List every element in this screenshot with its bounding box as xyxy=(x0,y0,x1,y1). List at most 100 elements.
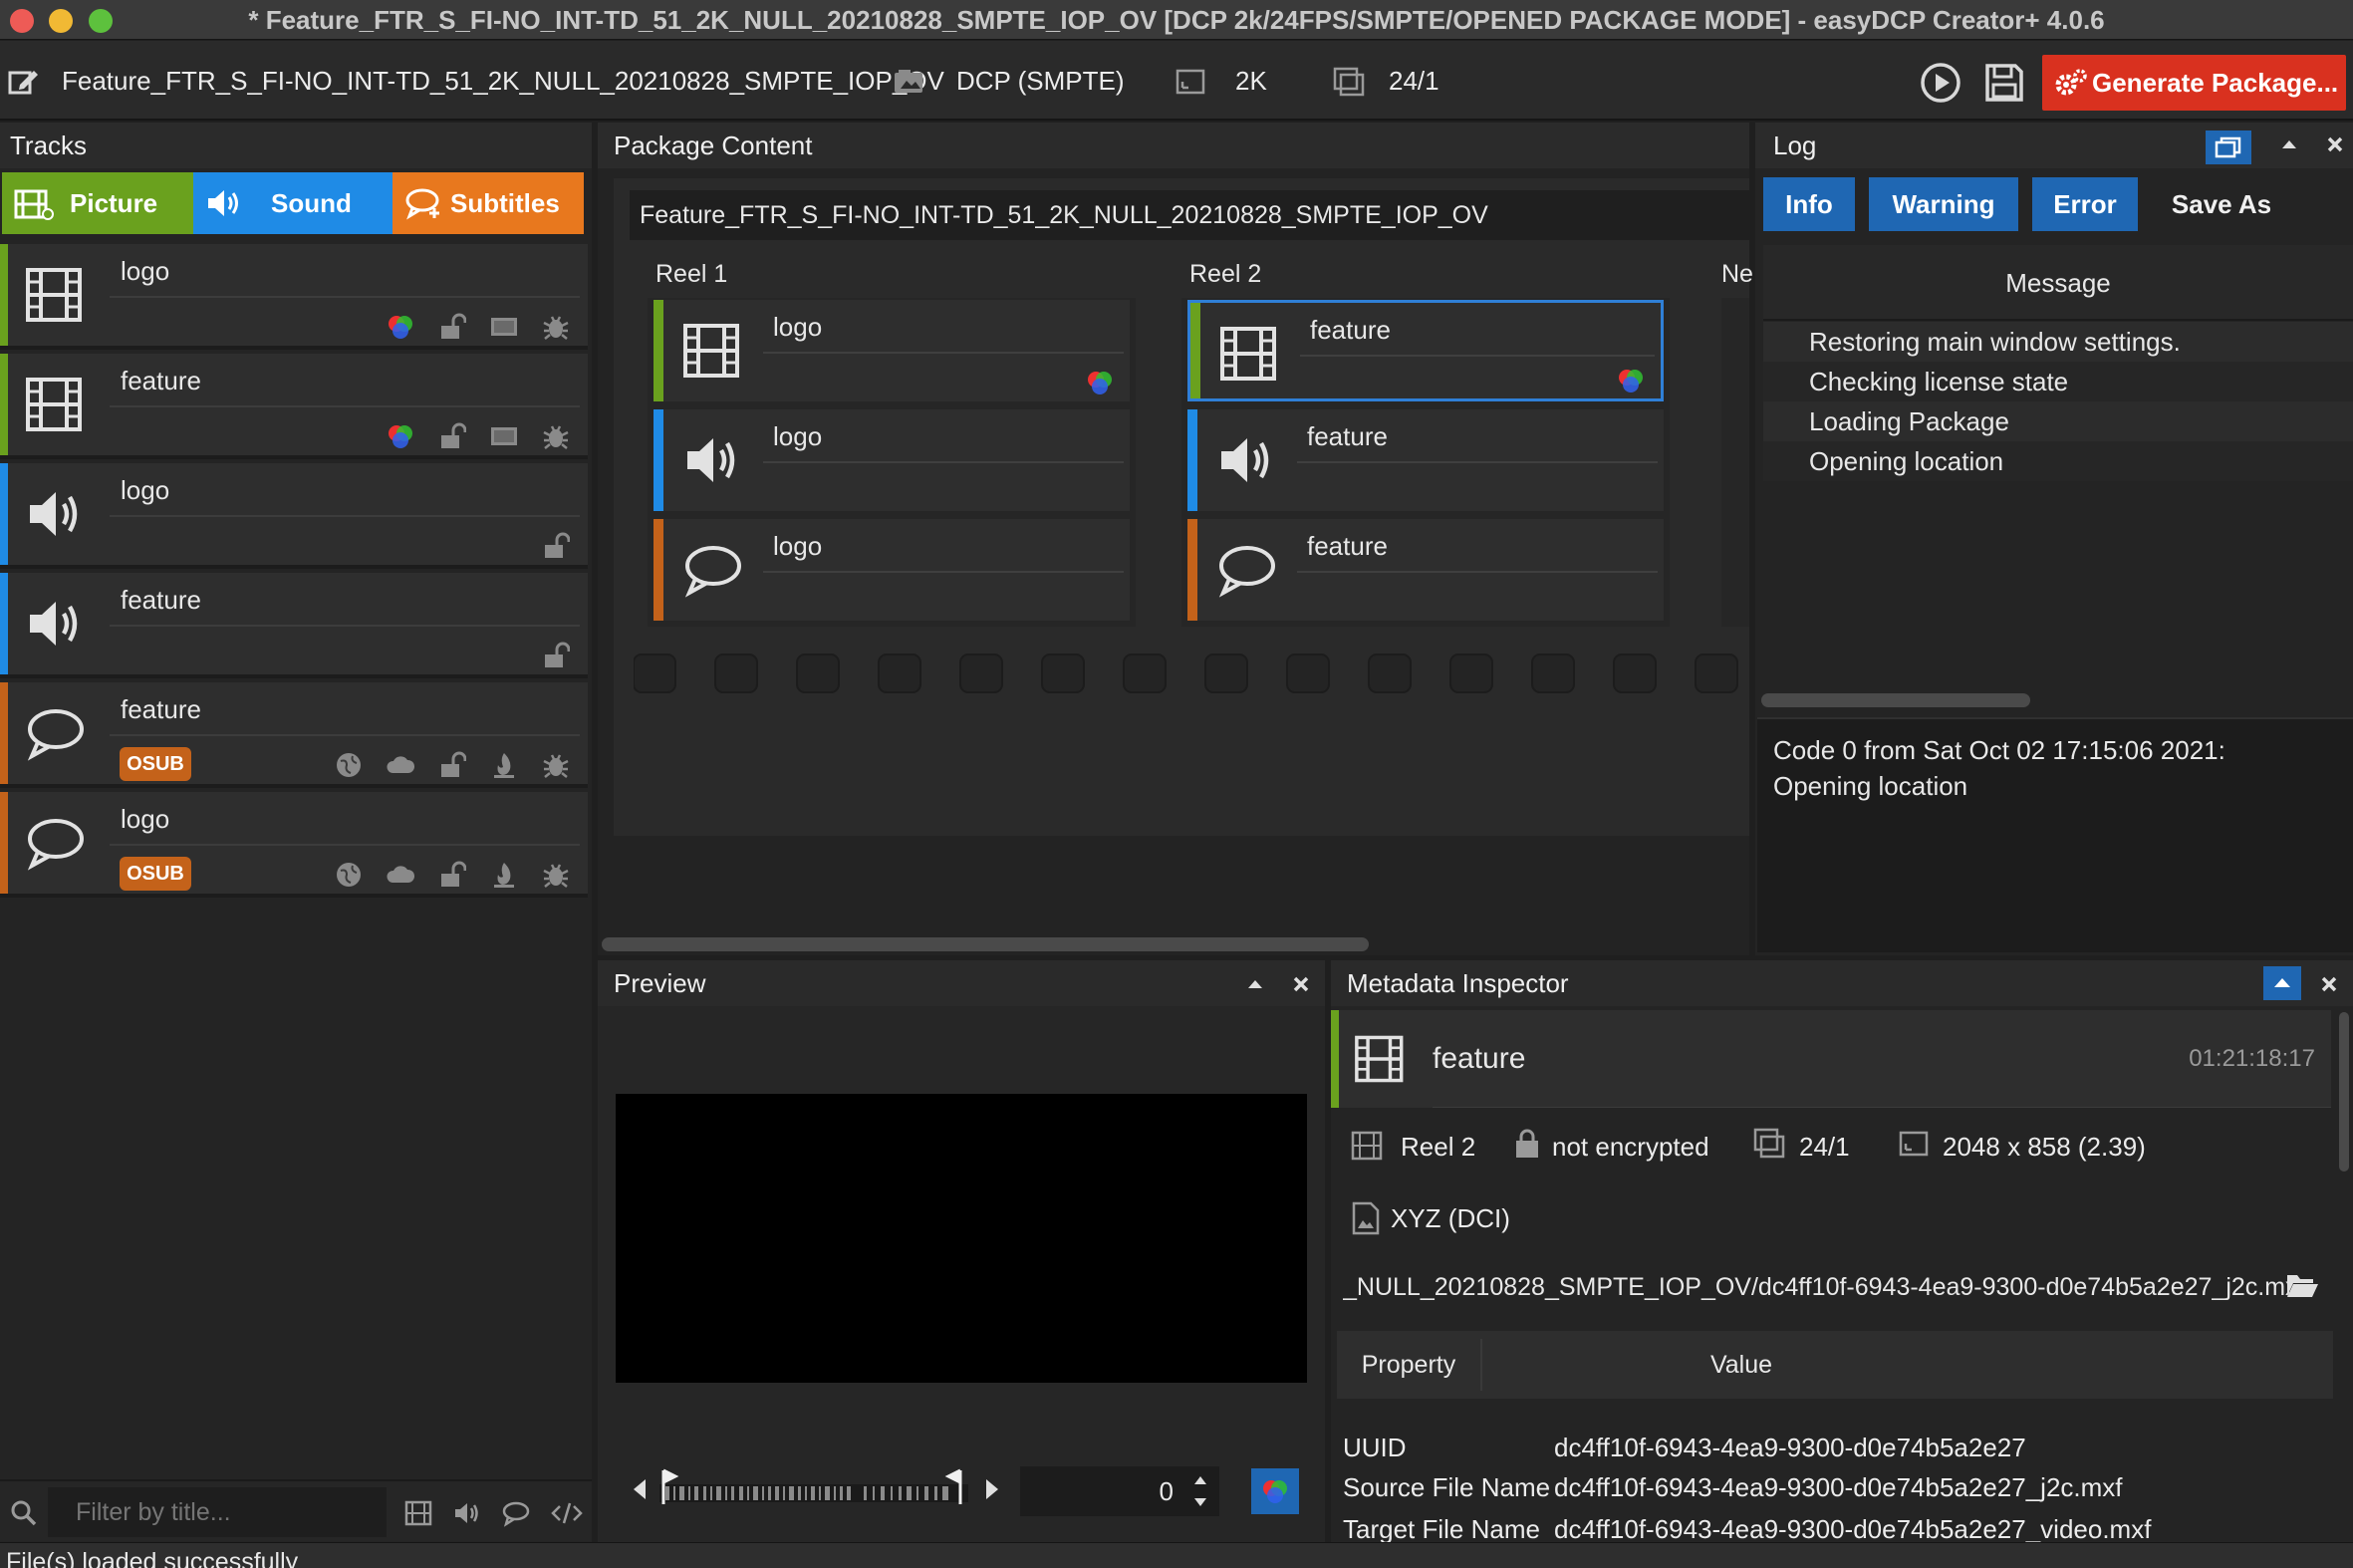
framerate-value[interactable]: 24/1 xyxy=(1389,41,1439,121)
unlock-icon[interactable] xyxy=(438,751,466,779)
track-item[interactable]: feature xyxy=(0,354,588,459)
asset-encryption: not encrypted xyxy=(1552,1132,1709,1162)
collapse-icon[interactable] xyxy=(1245,974,1265,994)
property-value[interactable]: dc4ff10f-6943-4ea9-9300-d0e74b5a2e27_vid… xyxy=(1554,1514,2151,1542)
package-content-title: Package Content xyxy=(598,123,1749,168)
unlock-icon[interactable] xyxy=(438,861,466,889)
asset-file-path[interactable]: _NULL_20210828_SMPTE_IOP_OV/dc4ff10f-694… xyxy=(1343,1273,2289,1302)
property-value[interactable]: dc4ff10f-6943-4ea9-9300-d0e74b5a2e27 xyxy=(1554,1433,2026,1463)
cloud-icon[interactable] xyxy=(387,861,414,889)
package-format[interactable]: DCP (SMPTE) xyxy=(956,41,1125,121)
close-panel-icon[interactable] xyxy=(2325,134,2345,154)
color-rgb-icon[interactable] xyxy=(387,422,414,450)
add-sound-icon xyxy=(205,186,245,220)
save-icon[interactable] xyxy=(1983,62,2025,104)
play-icon[interactable] xyxy=(1920,62,1961,104)
reel-cell-sound[interactable]: feature xyxy=(1187,409,1664,511)
tab-sound[interactable]: Sound xyxy=(193,172,392,234)
package-name[interactable]: Feature_FTR_S_FI-NO_INT-TD_51_2K_NULL_20… xyxy=(62,41,944,121)
property-value[interactable]: dc4ff10f-6943-4ea9-9300-d0e74b5a2e27_j2c… xyxy=(1554,1472,2123,1503)
collapse-icon[interactable] xyxy=(2279,134,2299,154)
edit-icon[interactable] xyxy=(8,67,40,97)
track-color-bar xyxy=(0,792,8,894)
reel-icon xyxy=(1351,1130,1385,1162)
bug-icon[interactable] xyxy=(542,313,570,341)
track-color-bar xyxy=(0,682,8,784)
filter-subtitle-icon[interactable] xyxy=(502,1499,530,1527)
collapse-icon[interactable] xyxy=(2263,966,2301,1000)
bug-icon[interactable] xyxy=(542,751,570,779)
spin-up-icon[interactable] xyxy=(1191,1472,1209,1488)
track-item[interactable]: feature OSUB xyxy=(0,682,588,788)
save-as-button[interactable]: Save As xyxy=(2152,177,2291,231)
reel-cell-subtitle[interactable]: logo xyxy=(654,519,1130,621)
message-column-header[interactable]: Message xyxy=(1763,245,2353,321)
frame-spinbox[interactable]: 0 xyxy=(1020,1466,1219,1516)
metadata-inspector-panel: Metadata Inspector feature 01:21:18:17 R… xyxy=(1331,960,2353,1542)
filter-sound-icon[interactable] xyxy=(453,1499,481,1527)
track-item[interactable]: logo xyxy=(0,244,588,350)
bug-icon[interactable] xyxy=(542,422,570,450)
close-panel-icon[interactable] xyxy=(2319,974,2339,994)
error-button[interactable]: Error xyxy=(2032,177,2138,231)
color-mode-button[interactable] xyxy=(1251,1468,1299,1514)
filter-input[interactable] xyxy=(48,1487,387,1537)
cell-color-bar xyxy=(1187,409,1197,511)
log-row[interactable]: Restoring main window settings. xyxy=(1763,322,2353,362)
resolution-value[interactable]: 2K xyxy=(1235,41,1267,121)
film-icon xyxy=(681,322,745,380)
cell-color-bar xyxy=(654,409,663,511)
timeline-scrubber[interactable] xyxy=(659,1468,968,1508)
log-row[interactable]: Opening location xyxy=(1763,441,2353,481)
warning-button[interactable]: Warning xyxy=(1869,177,2018,231)
asset-color-bar xyxy=(1331,1010,1339,1108)
log-horizontal-scrollbar[interactable] xyxy=(1761,693,2030,707)
bug-icon[interactable] xyxy=(542,861,570,889)
generate-package-button[interactable]: Generate Package... xyxy=(2042,55,2346,111)
folder-open-icon[interactable] xyxy=(2285,1271,2319,1299)
film-icon xyxy=(1353,1034,1409,1084)
screen-icon[interactable] xyxy=(490,422,518,450)
filter-bar xyxy=(0,1479,592,1541)
globe-icon[interactable] xyxy=(335,751,363,779)
cell-color-bar xyxy=(1190,303,1200,398)
filter-picture-icon[interactable] xyxy=(404,1499,432,1527)
close-panel-icon[interactable] xyxy=(1291,974,1311,994)
screen-icon[interactable] xyxy=(490,313,518,341)
info-button[interactable]: Info xyxy=(1763,177,1855,231)
speaker-icon xyxy=(681,431,745,489)
cpl-title[interactable]: Feature_FTR_S_FI-NO_INT-TD_51_2K_NULL_20… xyxy=(630,190,1749,240)
float-panel-icon[interactable] xyxy=(2206,131,2251,164)
log-row[interactable]: Checking license state xyxy=(1763,362,2353,401)
previous-frame-icon[interactable] xyxy=(630,1476,650,1502)
burn-icon[interactable] xyxy=(490,861,518,889)
unlock-icon[interactable] xyxy=(438,313,466,341)
log-row[interactable]: Loading Package xyxy=(1763,401,2353,441)
reel-cell-sound[interactable]: logo xyxy=(654,409,1130,511)
tab-picture[interactable]: Picture xyxy=(2,172,193,234)
vertical-scrollbar[interactable] xyxy=(2339,1012,2349,1172)
reel-cell-picture-selected[interactable]: feature xyxy=(1187,300,1664,401)
next-frame-icon[interactable] xyxy=(982,1476,1002,1502)
reel-cell-picture[interactable]: logo xyxy=(654,300,1130,401)
burn-icon[interactable] xyxy=(490,751,518,779)
filter-code-icon[interactable] xyxy=(551,1499,583,1527)
asset-duration: 01:21:18:17 xyxy=(2189,1045,2315,1072)
track-item[interactable]: logo xyxy=(0,463,588,569)
track-item[interactable]: logo OSUB xyxy=(0,792,588,898)
unlock-icon[interactable] xyxy=(438,422,466,450)
unlock-icon[interactable] xyxy=(542,532,570,560)
unlock-icon[interactable] xyxy=(542,642,570,669)
property-column-header[interactable]: Property xyxy=(1337,1331,1480,1399)
spin-down-icon[interactable] xyxy=(1191,1494,1209,1510)
tab-subtitles[interactable]: Subtitles xyxy=(392,172,584,234)
color-rgb-icon[interactable] xyxy=(387,313,414,341)
track-item[interactable]: feature xyxy=(0,573,588,678)
horizontal-scrollbar[interactable] xyxy=(602,937,1369,951)
reel-cell-subtitle[interactable]: feature xyxy=(1187,519,1664,621)
cloud-icon[interactable] xyxy=(387,751,414,779)
generate-package-label: Generate Package... xyxy=(2092,68,2339,98)
globe-icon[interactable] xyxy=(335,861,363,889)
value-column-header[interactable]: Value xyxy=(1482,1331,2000,1399)
preview-viewport[interactable] xyxy=(616,1094,1307,1383)
